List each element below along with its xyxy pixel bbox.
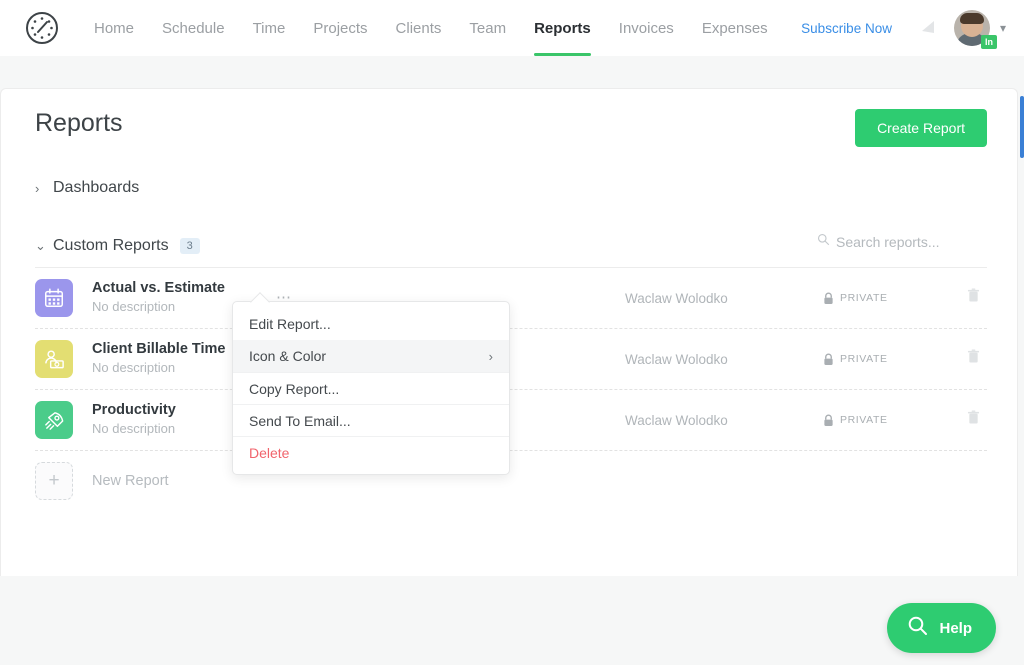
report-owner: Waclaw Wolodko xyxy=(625,352,728,367)
nav-right-cluster: Subscribe Now In ▾ xyxy=(801,10,1024,46)
nav-item-reports[interactable]: Reports xyxy=(520,0,605,56)
harvest-clock-logo-icon[interactable] xyxy=(22,8,62,48)
report-owner: Waclaw Wolodko xyxy=(625,413,728,428)
new-report-label[interactable]: New Report xyxy=(92,473,169,489)
subscribe-now-link[interactable]: Subscribe Now xyxy=(801,21,892,36)
nav-item-invoices[interactable]: Invoices xyxy=(605,0,688,56)
menu-item-label: Icon & Color xyxy=(249,348,326,364)
status-badge: PRIVATE xyxy=(823,353,888,366)
lock-icon xyxy=(823,414,834,427)
bell-icon[interactable] xyxy=(918,17,940,39)
avatar[interactable]: In xyxy=(954,10,990,46)
custom-reports-list: Actual vs. Estimate No description ⋯ Wac… xyxy=(35,267,987,511)
table-row[interactable]: Client Billable Time No description ⋯ Wa… xyxy=(35,328,987,389)
page-header: Reports xyxy=(35,109,987,138)
plus-icon[interactable]: + xyxy=(35,462,73,500)
help-label: Help xyxy=(939,620,972,637)
calendar-icon[interactable] xyxy=(35,279,73,317)
delete-row-button[interactable] xyxy=(967,410,980,430)
scrollbar[interactable] xyxy=(1020,96,1024,158)
dashboards-section: › Dashboards xyxy=(35,177,987,199)
dashboards-section-title[interactable]: Dashboards xyxy=(53,179,139,197)
person-money-icon[interactable] xyxy=(35,340,73,378)
menu-item-label: Copy Report... xyxy=(249,381,339,397)
custom-reports-section-title[interactable]: Custom Reports xyxy=(53,237,169,255)
nav-item-schedule[interactable]: Schedule xyxy=(148,0,239,56)
help-button[interactable]: Help xyxy=(887,603,996,653)
top-navigation-bar: Home Schedule Time Projects Clients Team… xyxy=(0,0,1024,56)
chevron-down-icon-custom-reports[interactable]: ⌄ xyxy=(35,238,49,254)
search-icon xyxy=(907,615,929,642)
menu-item-edit-report[interactable]: Edit Report... xyxy=(233,308,509,340)
create-report-button[interactable]: Create Report xyxy=(855,109,987,147)
menu-item-label: Edit Report... xyxy=(249,316,331,332)
nav-item-expenses[interactable]: Expenses xyxy=(688,0,782,56)
status-badge: In xyxy=(981,35,997,49)
table-row[interactable]: Productivity No description ⋯ Waclaw Wol… xyxy=(35,389,987,450)
privacy-label: PRIVATE xyxy=(840,414,888,426)
nav-item-home[interactable]: Home xyxy=(80,0,148,56)
menu-item-label: Delete xyxy=(249,445,289,461)
menu-item-delete[interactable]: Delete xyxy=(233,436,509,468)
custom-reports-section-header: ⌄ Custom Reports 3 xyxy=(35,235,987,257)
dashboards-section-header[interactable]: › Dashboards xyxy=(35,177,987,199)
table-row[interactable]: Actual vs. Estimate No description ⋯ Wac… xyxy=(35,267,987,328)
status-badge: PRIVATE xyxy=(823,414,888,427)
menu-item-send-to-email[interactable]: Send To Email... xyxy=(233,404,509,436)
custom-reports-count-badge: 3 xyxy=(180,238,200,254)
rocket-icon[interactable] xyxy=(35,401,73,439)
page-title: Reports xyxy=(35,109,987,138)
nav-item-clients[interactable]: Clients xyxy=(382,0,456,56)
main-nav-links: Home Schedule Time Projects Clients Team… xyxy=(80,0,782,56)
chevron-down-icon[interactable]: ▾ xyxy=(1000,21,1006,35)
menu-item-label: Send To Email... xyxy=(249,413,351,429)
chevron-right-icon: › xyxy=(489,349,493,364)
search-reports-box xyxy=(817,233,987,251)
search-input[interactable] xyxy=(830,234,980,250)
menu-item-copy-report[interactable]: Copy Report... xyxy=(233,372,509,404)
delete-row-button[interactable] xyxy=(967,288,980,308)
privacy-label: PRIVATE xyxy=(840,292,888,304)
new-report-row[interactable]: + New Report xyxy=(35,450,987,511)
nav-item-time[interactable]: Time xyxy=(239,0,300,56)
header-gray-band xyxy=(0,56,1024,88)
status-badge: PRIVATE xyxy=(823,292,888,305)
privacy-label: PRIVATE xyxy=(840,353,888,365)
row-context-menu: Edit Report... Icon & Color › Copy Repor… xyxy=(232,301,510,475)
nav-item-projects[interactable]: Projects xyxy=(299,0,381,56)
menu-item-icon-and-color[interactable]: Icon & Color › xyxy=(233,340,509,372)
lock-icon xyxy=(823,292,834,305)
search-icon xyxy=(817,233,830,251)
lock-icon xyxy=(823,353,834,366)
chevron-right-icon[interactable]: › xyxy=(35,181,49,196)
custom-reports-section: ⌄ Custom Reports 3 xyxy=(35,235,987,257)
report-owner: Waclaw Wolodko xyxy=(625,291,728,306)
delete-row-button[interactable] xyxy=(967,349,980,369)
report-name[interactable]: Actual vs. Estimate xyxy=(92,279,272,299)
app-root: Home Schedule Time Projects Clients Team… xyxy=(0,0,1024,665)
nav-item-team[interactable]: Team xyxy=(455,0,520,56)
